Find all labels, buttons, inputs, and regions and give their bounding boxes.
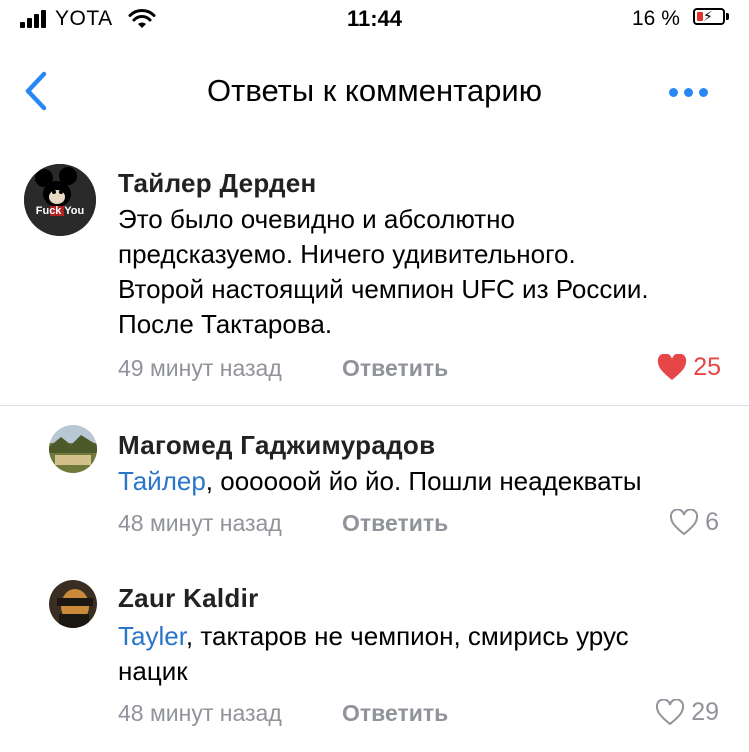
mention-link[interactable]: Тайлер (118, 466, 206, 496)
heart-outline-icon (670, 509, 699, 536)
comment-reply: Магомед Гаджимурадов Тайлер, оооооой йо … (0, 420, 749, 560)
comment-text: Tayler, тактаров не чемпион, смирись уру… (118, 619, 629, 689)
like-button[interactable]: 29 (655, 698, 719, 727)
comment-time: 49 минут назад (118, 355, 282, 381)
comment-time: 48 минут назад (118, 700, 282, 726)
like-count: 25 (693, 353, 721, 381)
reply-button[interactable]: Ответить (342, 700, 448, 727)
avatar-text: Fuck You (35, 205, 85, 217)
comment-line: , оооооой йо йо. Пошли неадекваты (205, 466, 642, 496)
comment-text: Это было очевидно и абсолютно предсказуе… (118, 202, 649, 342)
comment-reply: Zaur Kaldir Tayler, тактаров не чемпион,… (0, 575, 749, 745)
comment-author[interactable]: Zaur Kaldir (118, 583, 259, 614)
heart-outline-icon (656, 699, 685, 726)
avatar[interactable] (49, 580, 97, 628)
comment-author[interactable]: Тайлер Дерден (118, 168, 317, 199)
landscape-avatar-image (49, 425, 97, 473)
reply-button[interactable]: Ответить (342, 510, 448, 537)
like-count: 6 (705, 508, 719, 536)
heart-filled-icon (658, 354, 687, 380)
divider (0, 405, 749, 406)
nav-bar: Ответы к комментарию (0, 60, 749, 124)
like-button[interactable]: 6 (669, 508, 719, 537)
battery-percent: 16 % (632, 7, 680, 30)
status-bar: YOTA 11:44 16 % ⚡ (0, 0, 749, 44)
person-avatar-image (49, 580, 97, 628)
like-count: 29 (691, 698, 719, 726)
avatar[interactable] (49, 425, 97, 473)
comment-time: 48 минут назад (118, 510, 282, 536)
more-dots-icon[interactable] (665, 82, 715, 102)
comment-line: Это было очевидно и абсолютно (118, 204, 515, 234)
battery-cap (726, 13, 729, 20)
comment-line: предсказуемо. Ничего удивительного. (118, 239, 576, 269)
comment-line: Второй настоящий чемпион UFC из России. (118, 274, 649, 304)
mention-link[interactable]: Tayler (118, 621, 186, 651)
page-title: Ответы к комментарию (207, 73, 542, 108)
mickey-avatar-image (24, 164, 96, 236)
comment-line: , тактаров не чемпион, смирись урус (185, 621, 629, 651)
comment-text: Тайлер, оооооой йо йо. Пошли неадекваты (118, 464, 642, 499)
reply-button[interactable]: Ответить (342, 355, 448, 382)
like-button[interactable]: 25 (657, 353, 721, 382)
avatar[interactable]: Fuck You (24, 164, 96, 236)
battery-charging-icon: ⚡ (693, 8, 725, 25)
comment-author[interactable]: Магомед Гаджимурадов (118, 430, 435, 461)
comment-main: Fuck You Тайлер Дерден Это было очевидно… (0, 160, 749, 405)
comment-line: нацик (118, 656, 188, 686)
comment-line: После Тактарова. (118, 309, 333, 339)
